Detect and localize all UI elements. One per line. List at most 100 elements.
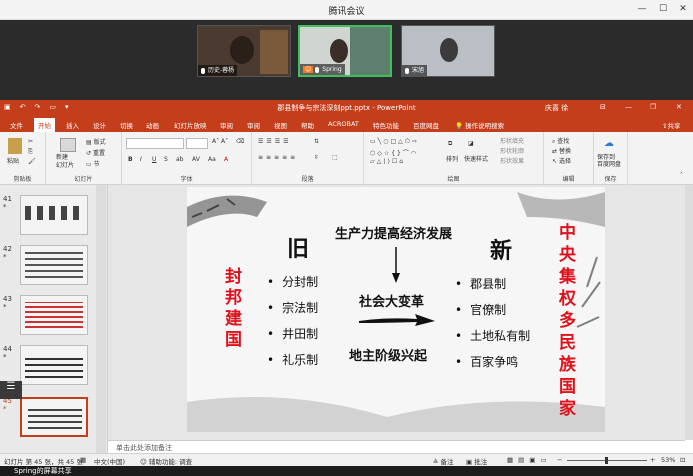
arrange-button[interactable]: 排列 (446, 154, 458, 163)
bold-icon[interactable]: B (128, 156, 133, 163)
baidu-cloud-icon[interactable]: ☁ (604, 138, 614, 149)
video-tile[interactable]: 历史-蓉杨 (197, 25, 291, 77)
comments-button[interactable]: ▣ 批注 (466, 456, 487, 466)
quick-styles-button[interactable]: 快速样式 (464, 154, 488, 163)
slide-thumbnail-selected[interactable] (20, 397, 88, 437)
ribbon-display-icon[interactable]: ⊟ (600, 103, 606, 111)
left-item: 分封制 (267, 273, 318, 290)
close-icon[interactable]: ✕ (675, 2, 691, 16)
shadow-icon[interactable]: S (164, 156, 168, 163)
align-icon[interactable]: ≡≡≡≡≡ (258, 154, 298, 161)
thumbnail-scrollbar[interactable] (96, 185, 106, 453)
shape-outline-button[interactable]: 形状轮廓 (500, 146, 524, 155)
share-button[interactable]: ⇪共享 (662, 120, 680, 130)
tab-features[interactable]: 特色功能 (373, 120, 399, 130)
thumb-content (25, 354, 83, 378)
smartart-icon[interactable]: ⬚ (332, 154, 338, 161)
language-status[interactable]: 中文(中国) (94, 456, 125, 466)
restore-icon[interactable]: ❐ (650, 103, 656, 111)
strikethrough-icon[interactable]: ab (176, 156, 184, 163)
tab-record[interactable]: 审阅 (220, 120, 233, 130)
new-slide-button[interactable]: 新建 幻灯片 (56, 154, 74, 170)
tab-baidu[interactable]: 百度网盘 (413, 120, 439, 130)
minimize-icon[interactable]: — (634, 2, 650, 16)
new-slide-icon[interactable] (60, 138, 76, 152)
tab-view[interactable]: 视图 (274, 120, 287, 130)
current-slide[interactable]: 生产力提高经济发展 旧 新 封邦建国 中央集权多民族国家 社会大变革 地主阶级兴… (187, 187, 605, 432)
spacing-icon[interactable]: AV (192, 156, 200, 163)
user-name[interactable]: 庆喜 徐 (545, 103, 568, 113)
notes-pane[interactable]: 单击此处添加备注 (108, 440, 685, 453)
tab-transitions[interactable]: 切换 (120, 120, 133, 130)
case-icon[interactable]: Aa (208, 156, 216, 163)
select-button[interactable]: ↖ 选择 (552, 156, 571, 165)
menu-icon[interactable]: ☰ (0, 381, 22, 399)
slide-number: 42 * (3, 245, 12, 261)
grow-font-icon[interactable]: A˄ A˅ (212, 138, 228, 145)
close-icon[interactable]: ✕ (676, 103, 682, 111)
section-button[interactable]: ▭ 节 (86, 159, 100, 168)
bullets-icon[interactable]: ☰☰☰☰ (258, 138, 292, 145)
text-direction-icon[interactable]: ⇅ (314, 138, 319, 145)
collapse-ribbon-icon[interactable]: ˄ (680, 172, 683, 179)
font-name-select[interactable] (126, 138, 184, 149)
slide-scrollbar[interactable] (685, 185, 693, 440)
save-to-baidu-button[interactable]: 保存到 百度网盘 (597, 154, 621, 168)
tab-animations[interactable]: 动画 (146, 120, 159, 130)
tab-insert[interactable]: 插入 (66, 120, 79, 130)
tab-help[interactable]: 帮助 (301, 120, 314, 130)
brush-arrow (359, 314, 435, 326)
center-top-text: 生产力提高经济发展 (335, 227, 453, 242)
slide-thumbnail[interactable] (20, 295, 88, 335)
paste-button[interactable]: 粘贴 (7, 156, 19, 165)
zoom-out-icon[interactable]: − (557, 456, 562, 464)
spellcheck-icon[interactable]: ▦ (80, 456, 86, 464)
reset-button[interactable]: ↺ 重置 (86, 148, 105, 157)
zoom-slider-thumb[interactable] (605, 457, 608, 464)
tab-acrobat[interactable]: ACROBAT (328, 120, 359, 128)
tell-me-search[interactable]: 💡 操作说明搜索 (455, 120, 504, 130)
italic-icon[interactable]: I (140, 156, 142, 163)
format-painter-icon[interactable]: 🖌 (28, 158, 36, 165)
tab-design[interactable]: 设计 (93, 120, 106, 130)
clear-format-icon[interactable]: ⌫ (236, 138, 244, 145)
fit-slide-icon[interactable]: ⊡ (680, 456, 685, 464)
shape-fill-button[interactable]: 形状填充 (500, 136, 524, 145)
cut-icon[interactable]: ✂ (28, 138, 33, 145)
group-label: 字体 (180, 176, 193, 183)
shapes-gallery-icon[interactable]: ▭╲○□△⬠⇨ (370, 138, 419, 145)
find-button[interactable]: ⌕ 查找 (552, 136, 569, 146)
font-size-select[interactable] (186, 138, 208, 149)
paste-icon[interactable] (8, 138, 22, 154)
slide-thumbnail[interactable] (20, 245, 88, 285)
maximize-icon[interactable]: ☐ (655, 2, 671, 16)
thumb-content (25, 302, 83, 328)
shapes-gallery-icon[interactable]: ▱△⟨⟩☐⌂ (370, 158, 405, 165)
copy-icon[interactable]: ⎘ (28, 148, 33, 156)
video-tile[interactable]: 宋旭 (401, 25, 495, 77)
notes-button[interactable]: ≜ 备注 (433, 456, 454, 466)
view-buttons[interactable]: ▦▤▣▭ (507, 456, 552, 464)
align-text-icon[interactable]: ⇳ (314, 154, 319, 161)
tab-file[interactable]: 文件 (10, 120, 23, 130)
group-label: 幻灯片 (74, 176, 93, 183)
shape-effects-button[interactable]: 形状效果 (500, 156, 524, 165)
quick-styles-icon[interactable]: ◪ (468, 140, 474, 147)
layout-button[interactable]: ▤ 版式 (86, 137, 106, 146)
tab-review[interactable]: 审阅 (247, 120, 260, 130)
accessibility-status[interactable]: ☺ 辅助功能: 调查 (140, 456, 192, 466)
tab-slideshow[interactable]: 幻灯片放映 (174, 120, 207, 130)
zoom-level[interactable]: 53% (661, 456, 675, 464)
notes-placeholder[interactable]: 单击此处添加备注 (116, 443, 172, 453)
underline-icon[interactable]: U (152, 156, 156, 163)
font-color-icon[interactable]: A (224, 156, 228, 163)
shapes-gallery-icon[interactable]: ⬡◇☆{}⌒◠ (370, 148, 418, 157)
slide-thumbnail[interactable] (20, 195, 88, 235)
video-tile-active[interactable]: ☺ Spring (298, 25, 392, 77)
tab-home[interactable]: 开始 (34, 118, 55, 132)
replace-button[interactable]: ⇄ 替换 (552, 146, 571, 155)
minimize-icon[interactable]: — (625, 103, 632, 111)
zoom-in-icon[interactable]: + (650, 456, 655, 464)
slide-thumbnail[interactable] (20, 345, 88, 385)
arrange-icon[interactable]: ⧉ (448, 140, 452, 148)
